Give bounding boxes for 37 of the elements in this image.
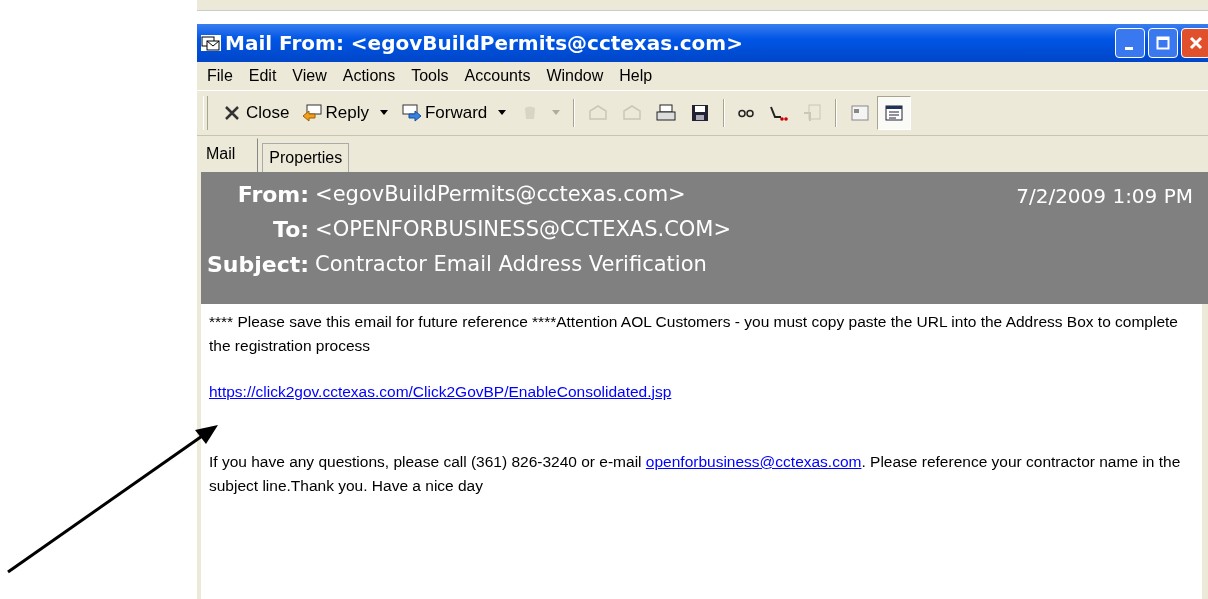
- toolbar-button[interactable]: [877, 96, 912, 130]
- preview-icon: [883, 103, 906, 123]
- maximize-button[interactable]: [1148, 28, 1178, 58]
- layout-icon: [849, 103, 872, 123]
- maximize-icon: [1156, 36, 1170, 50]
- header-label: Subject:: [207, 252, 310, 277]
- window-title: Mail From: <egovBuildPermits@cctexas.com>: [225, 31, 743, 55]
- menu-item[interactable]: View: [284, 65, 335, 87]
- email-link[interactable]: openforbusiness@cctexas.com: [645, 453, 862, 470]
- header-value: <egovBuildPermits@cctexas.com>: [315, 182, 687, 207]
- menu-item[interactable]: Tools: [403, 65, 457, 87]
- message-date: 7/2/2009 1:09 PM: [1016, 183, 1193, 210]
- minimize-button[interactable]: [1115, 28, 1145, 58]
- header-label: To:: [272, 217, 310, 242]
- menu-item[interactable]: File: [199, 65, 241, 87]
- close-button[interactable]: [1181, 28, 1208, 58]
- message-text: **** Please save this email for future reference ****Attention AOL Customers - you must copy paste the URL into the Address Box to complete the registration process: [209, 312, 1179, 356]
- toolbar-button[interactable]: Reply: [295, 96, 395, 130]
- minimize-icon: [1125, 46, 1135, 50]
- url-link[interactable]: https://click2gov.cctexas.com/Click2GovBP/EnableConsolidated.jsp: [209, 383, 672, 400]
- header-label: From:: [236, 182, 310, 207]
- toolbar-button[interactable]: Close: [216, 96, 296, 130]
- forward-icon: [400, 103, 423, 123]
- menu-item[interactable]: Edit: [240, 65, 285, 87]
- menu-item[interactable]: Actions: [334, 65, 404, 87]
- toolbar-button[interactable]: Forward: [394, 96, 514, 130]
- header-value: Contractor Email Address Verification: [315, 252, 708, 277]
- tab[interactable]: Properties: [262, 143, 350, 172]
- close-icon: [1188, 35, 1204, 51]
- menu-item[interactable]: Window: [538, 65, 612, 87]
- menu-item[interactable]: Accounts: [456, 65, 539, 87]
- mail-icon: [201, 35, 221, 51]
- menu-item[interactable]: Help: [611, 65, 661, 87]
- header-value: <OPENFORBUSINESS@CCTEXAS.COM>: [315, 217, 732, 242]
- print-icon: [655, 103, 678, 123]
- reply-icon: [301, 103, 324, 123]
- message-text: If you have any questions, please call (361) 826-3240 or e-mail openforbusiness@cctexas.com. Please reference your contractor name in the subject line.Thank you. Have a nice day: [209, 452, 1182, 496]
